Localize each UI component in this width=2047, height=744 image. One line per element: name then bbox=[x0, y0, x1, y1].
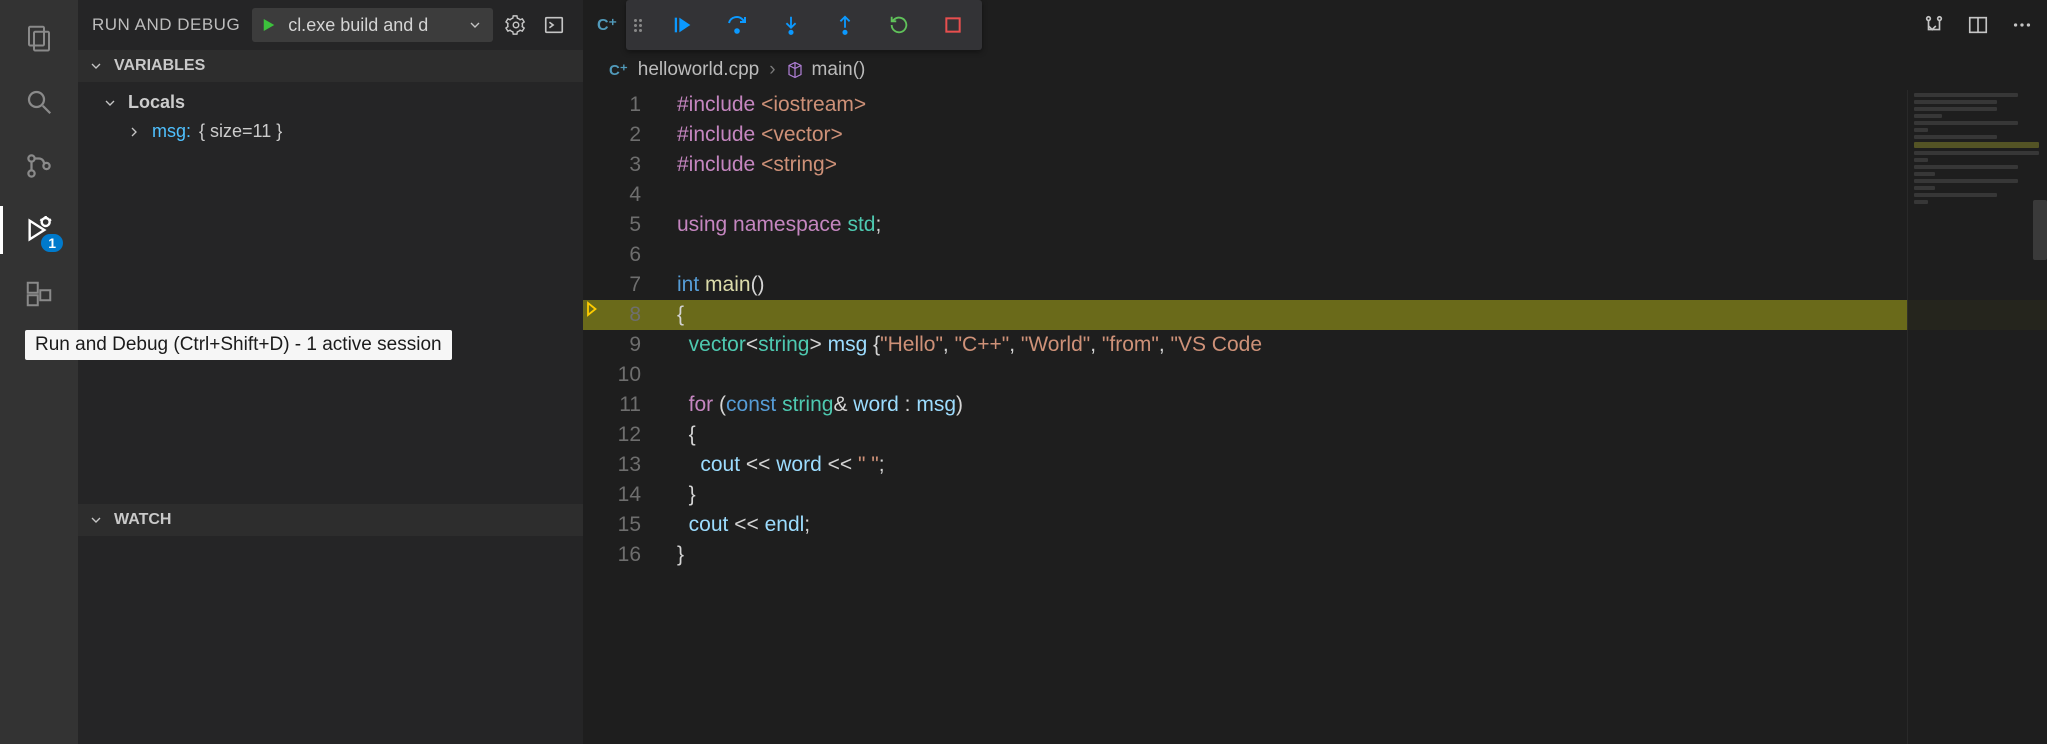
line-number: 5 bbox=[583, 210, 667, 240]
cpp-file-icon: C⁺ bbox=[597, 15, 617, 35]
code-line[interactable]: 1#include <iostream> bbox=[583, 90, 2047, 120]
chevron-down-icon[interactable] bbox=[465, 15, 485, 35]
watch-label: WATCH bbox=[114, 511, 171, 529]
line-number: 14 bbox=[583, 480, 667, 510]
code-line[interactable]: 2#include <vector> bbox=[583, 120, 2047, 150]
chevron-down-icon bbox=[100, 93, 120, 113]
code-line[interactable]: 9 vector<string> msg {"Hello", "C++", "W… bbox=[583, 330, 2047, 360]
debug-session-badge: 1 bbox=[41, 234, 63, 252]
code-line[interactable]: 5using namespace std; bbox=[583, 210, 2047, 240]
code-line[interactable]: 10 bbox=[583, 360, 2047, 390]
code-line[interactable]: 3#include <string> bbox=[583, 150, 2047, 180]
code-text: { bbox=[667, 420, 2047, 450]
breadcrumb-symbol[interactable]: main() bbox=[786, 59, 866, 81]
step-over-icon[interactable] bbox=[724, 12, 750, 38]
activity-tooltip: Run and Debug (Ctrl+Shift+D) - 1 active … bbox=[25, 330, 452, 360]
locals-scope[interactable]: Locals bbox=[78, 88, 583, 117]
line-number: 3 bbox=[583, 150, 667, 180]
line-number: 1 bbox=[583, 90, 667, 120]
launch-config-name: cl.exe build and d bbox=[288, 15, 428, 36]
start-debug-icon[interactable] bbox=[260, 16, 278, 34]
code-text: #include <string> bbox=[667, 150, 2047, 180]
code-text: } bbox=[667, 540, 2047, 570]
stop-icon[interactable] bbox=[940, 12, 966, 38]
chevron-down-icon bbox=[86, 56, 106, 76]
code-text: } bbox=[667, 480, 2047, 510]
line-number: 9 bbox=[583, 330, 667, 360]
source-control-icon[interactable] bbox=[21, 148, 57, 184]
drag-handle-icon[interactable] bbox=[634, 19, 642, 32]
minimap[interactable] bbox=[1907, 90, 2047, 744]
variable-name: msg: bbox=[152, 121, 191, 142]
line-number: 10 bbox=[583, 360, 667, 390]
code-text: cout << endl; bbox=[667, 510, 2047, 540]
debug-toolbar[interactable] bbox=[626, 0, 982, 50]
activity-bar: 1 bbox=[0, 0, 78, 744]
code-text: #include <vector> bbox=[667, 120, 2047, 150]
compare-changes-icon[interactable] bbox=[1923, 14, 1945, 36]
panel-header: RUN AND DEBUG cl.exe build and d bbox=[78, 0, 583, 50]
breadcrumbs[interactable]: C⁺ helloworld.cpp › main() bbox=[583, 50, 2047, 90]
locals-label: Locals bbox=[128, 92, 185, 113]
code-line[interactable]: 16} bbox=[583, 540, 2047, 570]
line-number: 11 bbox=[583, 390, 667, 420]
split-editor-icon[interactable] bbox=[1967, 14, 1989, 36]
code-line[interactable]: 12 { bbox=[583, 420, 2047, 450]
chevron-right-icon bbox=[124, 122, 144, 142]
extensions-icon[interactable] bbox=[21, 276, 57, 312]
launch-config-selector[interactable]: cl.exe build and d bbox=[252, 8, 493, 42]
continue-icon[interactable] bbox=[670, 12, 696, 38]
code-line[interactable]: 11 for (const string& word : msg) bbox=[583, 390, 2047, 420]
code-line[interactable]: 14 } bbox=[583, 480, 2047, 510]
code-line[interactable]: 15 cout << endl; bbox=[583, 510, 2047, 540]
code-text: int main() bbox=[667, 270, 2047, 300]
code-line[interactable]: 7int main() bbox=[583, 270, 2047, 300]
variables-label: VARIABLES bbox=[114, 57, 205, 75]
restart-icon[interactable] bbox=[886, 12, 912, 38]
watch-section-header[interactable]: WATCH bbox=[78, 504, 583, 536]
run-and-debug-icon[interactable]: 1 bbox=[21, 212, 57, 248]
vertical-scrollbar[interactable] bbox=[2033, 200, 2047, 260]
cpp-file-icon: C⁺ bbox=[609, 61, 628, 79]
more-actions-icon[interactable] bbox=[2011, 14, 2033, 36]
editor-area: C⁺ C⁺ helloworld.cpp › main() 1#include … bbox=[583, 0, 2047, 744]
panel-title: RUN AND DEBUG bbox=[92, 15, 240, 35]
step-into-icon[interactable] bbox=[778, 12, 804, 38]
search-icon[interactable] bbox=[21, 84, 57, 120]
variable-value: { size=11 } bbox=[199, 121, 282, 142]
code-text: cout << word << " "; bbox=[667, 450, 2047, 480]
explorer-icon[interactable] bbox=[21, 20, 57, 56]
code-line[interactable]: 6 bbox=[583, 240, 2047, 270]
code-text: { bbox=[667, 300, 2047, 330]
line-number: 16 bbox=[583, 540, 667, 570]
line-number: 13 bbox=[583, 450, 667, 480]
line-number: 15 bbox=[583, 510, 667, 540]
variable-row-msg[interactable]: msg: { size=11 } bbox=[78, 117, 583, 146]
step-out-icon[interactable] bbox=[832, 12, 858, 38]
code-line[interactable]: 13 cout << word << " "; bbox=[583, 450, 2047, 480]
gear-icon[interactable] bbox=[501, 10, 531, 40]
run-and-debug-panel: RUN AND DEBUG cl.exe build and d VARIABL… bbox=[78, 0, 583, 744]
debug-console-icon[interactable] bbox=[539, 10, 569, 40]
line-number: 7 bbox=[583, 270, 667, 300]
line-number: 8 bbox=[583, 300, 667, 330]
variables-section-header[interactable]: VARIABLES bbox=[78, 50, 583, 82]
line-number: 4 bbox=[583, 180, 667, 210]
code-line[interactable]: 4 bbox=[583, 180, 2047, 210]
code-text: #include <iostream> bbox=[667, 90, 2047, 120]
code-text: using namespace std; bbox=[667, 210, 2047, 240]
current-line-indicator-icon bbox=[585, 300, 603, 318]
variables-body: Locals msg: { size=11 } bbox=[78, 82, 583, 304]
breadcrumb-file[interactable]: helloworld.cpp bbox=[638, 59, 759, 81]
chevron-right-icon: › bbox=[769, 59, 775, 81]
line-number: 6 bbox=[583, 240, 667, 270]
code-line[interactable]: 8{ bbox=[583, 300, 2047, 330]
chevron-down-icon bbox=[86, 510, 106, 530]
code-text: for (const string& word : msg) bbox=[667, 390, 2047, 420]
line-number: 2 bbox=[583, 120, 667, 150]
code-editor[interactable]: 1#include <iostream>2#include <vector>3#… bbox=[583, 90, 2047, 570]
code-text: vector<string> msg {"Hello", "C++", "Wor… bbox=[667, 330, 2047, 360]
line-number: 12 bbox=[583, 420, 667, 450]
